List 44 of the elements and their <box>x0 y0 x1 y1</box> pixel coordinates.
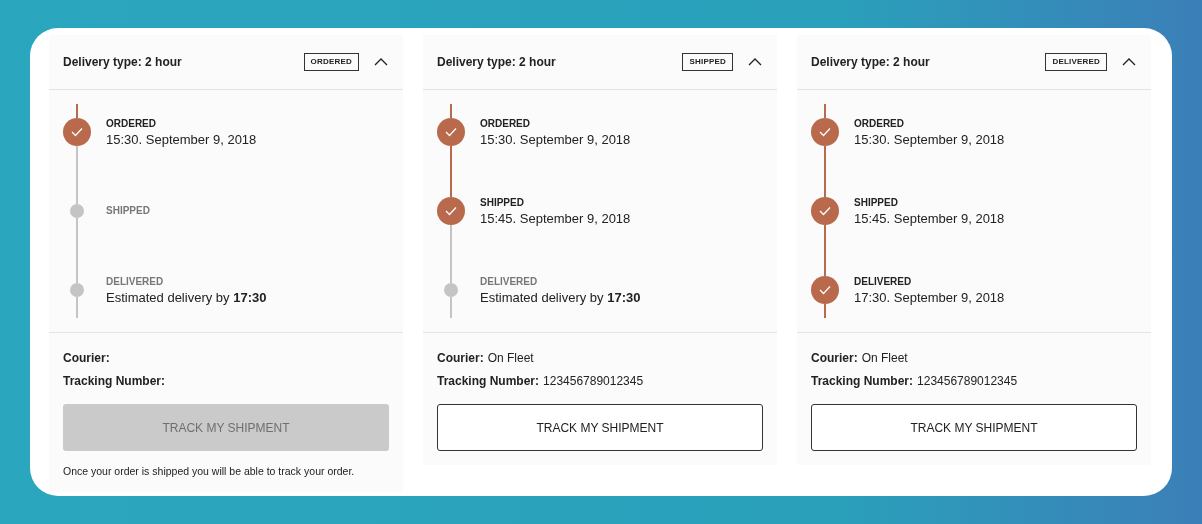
step-detail: 15:30. September 9, 2018 <box>106 131 257 149</box>
courier-value: On Fleet <box>487 350 534 367</box>
step-label: ORDERED <box>106 117 157 130</box>
step-label: ORDERED <box>854 117 905 130</box>
status-badge: DELIVERED <box>1045 53 1107 71</box>
step-detail: 15:30. September 9, 2018 <box>854 131 1005 149</box>
status-badge: ORDERED <box>303 53 359 71</box>
timeline-line <box>450 297 452 318</box>
step-label: SHIPPED <box>480 196 525 209</box>
step-label: DELIVERED <box>480 275 539 288</box>
courier-label: Courier: <box>437 350 484 367</box>
delivery-type: Delivery type: 2 hour <box>63 54 183 71</box>
tracking-value: 123456789012345 <box>917 373 1018 390</box>
delivery-type: Delivery type: 2 hour <box>437 54 557 71</box>
step-label: SHIPPED <box>854 196 899 209</box>
check-icon <box>445 206 457 216</box>
tracking-label: Tracking Number: <box>63 373 166 390</box>
status-badge: SHIPPED <box>682 53 733 71</box>
step-label: SHIPPED <box>106 204 150 217</box>
track-shipment-button[interactable]: TRACK MY SHIPMENT <box>437 404 763 451</box>
step-detail: 15:30. September 9, 2018 <box>480 131 631 149</box>
check-icon <box>445 127 457 137</box>
courier-value: On Fleet <box>861 350 908 367</box>
courier-label: Courier: <box>63 350 110 367</box>
step-label: ORDERED <box>480 117 531 130</box>
tracking-note: Once your order is shipped you will be able to track your order. <box>63 464 356 478</box>
timeline-line <box>76 297 78 318</box>
step-detail: 15:45. September 9, 2018 <box>480 210 631 228</box>
check-icon <box>71 127 83 137</box>
tracking-label: Tracking Number: <box>437 373 540 390</box>
delivery-type: Delivery type: 2 hour <box>811 54 931 71</box>
check-icon <box>819 285 831 295</box>
check-icon <box>819 206 831 216</box>
tracking-value: 123456789012345 <box>543 373 644 390</box>
step-detail: 15:45. September 9, 2018 <box>854 210 1005 228</box>
courier-label: Courier: <box>811 350 858 367</box>
tracking-label: Tracking Number: <box>811 373 914 390</box>
step-label: DELIVERED <box>106 275 165 288</box>
step-detail: Estimated delivery by 17:30 <box>480 289 641 307</box>
check-icon <box>819 127 831 137</box>
step-label: DELIVERED <box>854 275 913 288</box>
track-shipment-button[interactable]: TRACK MY SHIPMENT <box>811 404 1137 451</box>
step-detail: 17:30. September 9, 2018 <box>854 289 1005 307</box>
step-detail: Estimated delivery by 17:30 <box>106 289 267 307</box>
